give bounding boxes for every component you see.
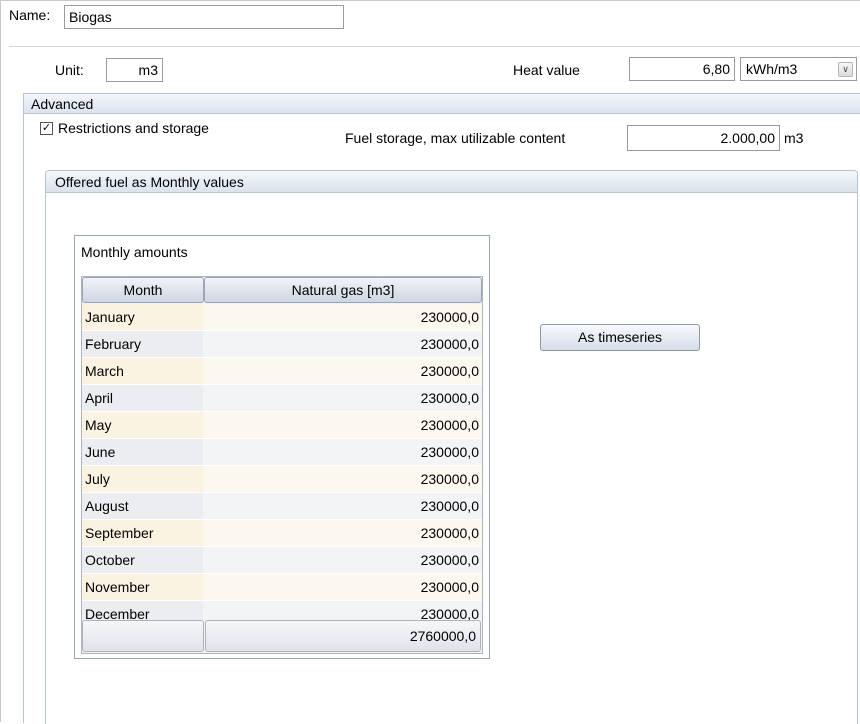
offered-fuel-title: Offered fuel as Monthly values <box>55 174 244 190</box>
heat-value-label: Heat value <box>513 62 580 78</box>
month-cell: July <box>82 466 203 493</box>
month-cell: November <box>82 574 203 601</box>
value-cell[interactable]: 230000,0 <box>203 547 482 574</box>
table-row[interactable]: July 230000,0 <box>82 466 482 493</box>
heat-value-field[interactable]: 6,80 <box>629 57 735 81</box>
value-cell[interactable]: 230000,0 <box>203 439 482 466</box>
advanced-group: Advanced ✓ Restrictions and storage Fuel… <box>23 93 860 724</box>
month-cell: October <box>82 547 203 574</box>
storage-unit: m3 <box>784 130 804 146</box>
month-cell: March <box>82 358 203 385</box>
storage-label: Fuel storage, max utilizable content <box>345 130 566 146</box>
offered-fuel-header[interactable]: Offered fuel as Monthly values <box>46 171 857 193</box>
advanced-title: Advanced <box>31 96 94 112</box>
monthly-amounts-title: Monthly amounts <box>81 244 188 260</box>
advanced-header[interactable]: Advanced <box>24 94 860 114</box>
name-field[interactable]: Biogas <box>64 5 344 29</box>
name-label: Name: <box>9 7 51 23</box>
value-cell[interactable]: 230000,0 <box>203 331 482 358</box>
month-cell: May <box>82 412 203 439</box>
table-row[interactable]: March 230000,0 <box>82 358 482 385</box>
month-cell: January <box>82 304 203 331</box>
value-cell[interactable]: 230000,0 <box>203 466 482 493</box>
table-row[interactable]: April 230000,0 <box>82 385 482 412</box>
as-timeseries-button[interactable]: As timeseries <box>540 324 700 351</box>
value-cell[interactable]: 230000,0 <box>203 304 482 331</box>
divider <box>9 46 860 47</box>
table-row[interactable]: February 230000,0 <box>82 331 482 358</box>
month-cell: August <box>82 493 203 520</box>
heat-unit-select[interactable]: kWh/m3 ∨ <box>740 57 857 81</box>
value-cell[interactable]: 230000,0 <box>203 412 482 439</box>
total-cell: 2760000,0 <box>205 620 481 652</box>
offered-fuel-group: Offered fuel as Monthly values Monthly a… <box>45 170 858 724</box>
monthly-grid: Month Natural gas [m3] January 230000,0 … <box>81 276 483 654</box>
table-row[interactable]: May 230000,0 <box>82 412 482 439</box>
unit-label: Unit: <box>55 62 84 78</box>
footer-cell-empty <box>82 620 204 652</box>
value-cell[interactable]: 230000,0 <box>203 385 482 412</box>
fuel-editor-panel: Name: Biogas Unit: m3 Heat value 6,80 kW… <box>0 0 860 724</box>
storage-field[interactable]: 2.000,00 <box>627 125 780 151</box>
chevron-down-icon[interactable]: ∨ <box>838 62 853 77</box>
monthly-amounts-panel: Monthly amounts Month Natural gas [m3] J… <box>74 235 490 659</box>
table-row[interactable]: January 230000,0 <box>82 304 482 331</box>
table-row[interactable]: June 230000,0 <box>82 439 482 466</box>
restrictions-checkbox[interactable]: ✓ <box>40 122 53 135</box>
value-cell[interactable]: 230000,0 <box>203 493 482 520</box>
value-cell[interactable]: 230000,0 <box>203 574 482 601</box>
heat-unit-value: kWh/m3 <box>746 61 798 77</box>
grid-footer: 2760000,0 <box>82 620 482 653</box>
month-cell: June <box>82 439 203 466</box>
table-row[interactable]: August 230000,0 <box>82 493 482 520</box>
month-cell: April <box>82 385 203 412</box>
column-header-natural-gas[interactable]: Natural gas [m3] <box>204 277 482 303</box>
month-cell: September <box>82 520 203 547</box>
column-header-month[interactable]: Month <box>82 277 204 303</box>
restrictions-label[interactable]: Restrictions and storage <box>58 120 209 136</box>
table-row[interactable]: September 230000,0 <box>82 520 482 547</box>
value-cell[interactable]: 230000,0 <box>203 520 482 547</box>
check-icon: ✓ <box>41 122 52 134</box>
table-row[interactable]: November 230000,0 <box>82 574 482 601</box>
unit-field[interactable]: m3 <box>106 58 163 82</box>
month-cell: February <box>82 331 203 358</box>
value-cell[interactable]: 230000,0 <box>203 358 482 385</box>
table-row[interactable]: October 230000,0 <box>82 547 482 574</box>
